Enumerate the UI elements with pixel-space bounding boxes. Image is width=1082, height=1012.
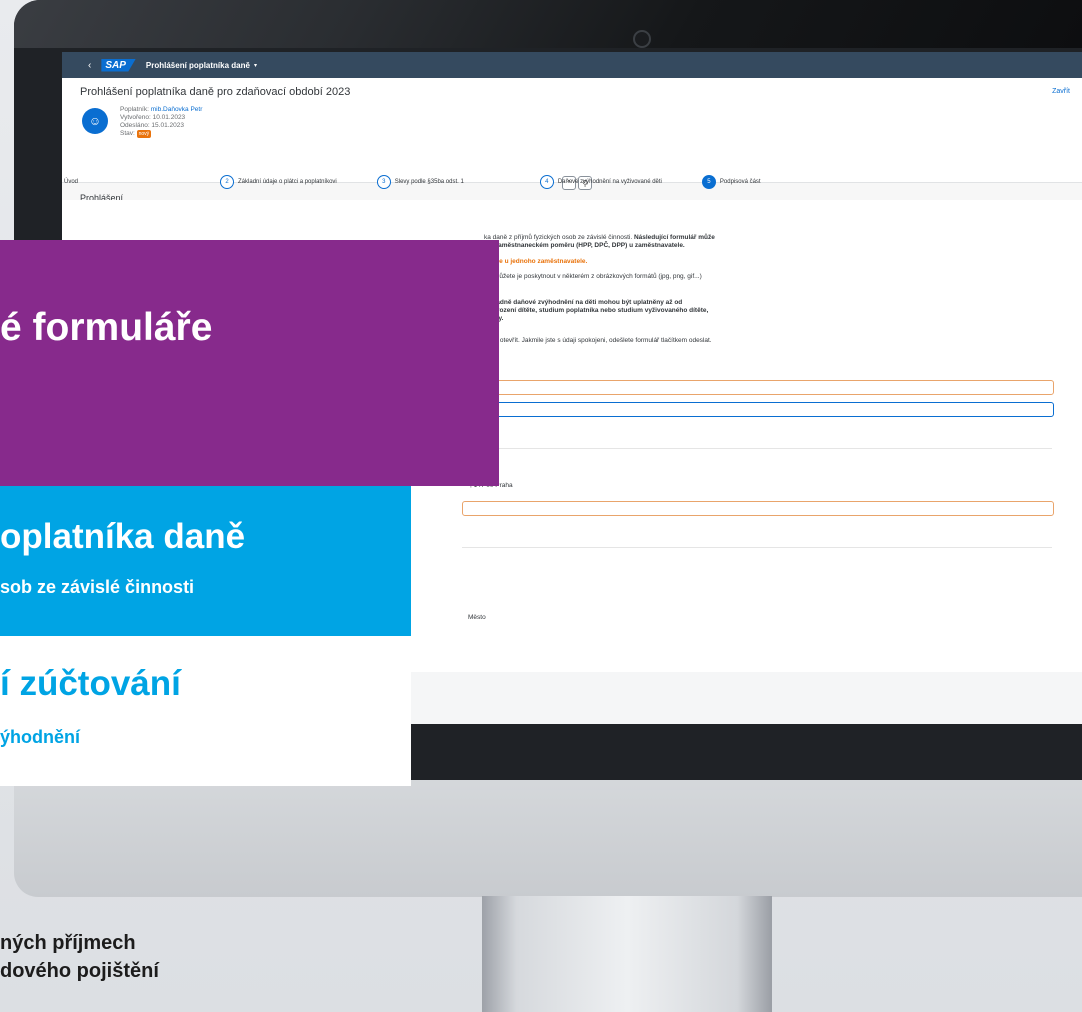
- intro-line-2: e v zaměstnaneckém poměru (HPP, DPČ, DPP…: [484, 242, 685, 250]
- input-field-focused[interactable]: [462, 402, 1054, 417]
- footer-line-1: ných příjmech: [0, 932, 136, 954]
- shell-bar: ‹ SAP Prohlášení poplatníka daně ▾: [62, 52, 1082, 78]
- wizard-step-3[interactable]: 3 Slevy podle §35ba odst. 1: [376, 175, 464, 189]
- wizard-step-2[interactable]: 2 Základní údaje o plátci a poplatníkovi: [220, 175, 337, 189]
- child-info-bold-1: případně daňové zvýhodnění na děti mohou…: [484, 299, 683, 306]
- attachment-info: dy. Můžete je poskytnout v některém z ob…: [484, 273, 702, 280]
- promo-white-panel: [0, 636, 411, 786]
- child-info-2: e narození dítěte, studium poplatníka ne…: [484, 307, 708, 315]
- step-number: 4: [539, 175, 554, 189]
- child-info-bold-2: e narození dítěte, studium poplatníka ne…: [484, 307, 709, 314]
- address-field[interactable]: [462, 501, 1054, 516]
- intro-bold-2: e v zaměstnaneckém poměru (HPP, DPČ, DPP…: [484, 242, 685, 249]
- monitor-stand: [482, 896, 772, 1012]
- wizard-step-4[interactable]: 4 Daňové zvýhodnění na vyživované děti: [539, 175, 662, 189]
- step-label: Podpisová část: [719, 179, 761, 185]
- poplatnik-label: Poplatník:: [120, 106, 149, 113]
- step-label: Daňové zvýhodnění na vyživované děti: [557, 179, 662, 185]
- app-title[interactable]: Prohlášení poplatníka daně: [146, 61, 250, 70]
- sent-date: Odesláno: 15.01.2023: [120, 122, 184, 129]
- caret-down-icon[interactable]: ▾: [254, 62, 257, 69]
- created-date: Vytvořeno: 10.01.2023: [120, 114, 186, 121]
- promo-blue-title: oplatníka daně: [0, 517, 246, 556]
- mesto-label: Město: [468, 614, 486, 621]
- step-number: 5: [701, 175, 716, 189]
- warning-text: pouze u jednoho zaměstnavatele.: [484, 258, 588, 265]
- page-title: Prohlášení poplatníka daně pro zdaňovací…: [80, 86, 351, 98]
- sap-logo[interactable]: SAP: [101, 58, 136, 72]
- promo-white-title: í zúčtování: [0, 664, 181, 703]
- wizard-step-1[interactable]: 1Úvod: [62, 175, 78, 189]
- monitor-scene: ‹ SAP Prohlášení poplatníka daně ▾ Prohl…: [0, 0, 1082, 1012]
- step-number: 3: [376, 175, 391, 189]
- step-label: Úvod: [64, 179, 79, 185]
- bezel-top: [14, 0, 1082, 48]
- footer-line-2: dového pojištění: [0, 960, 159, 982]
- header-meta: Poplatník: mib.Daňovka Petr Vytvořeno: 1…: [120, 106, 202, 138]
- step-label: Slevy podle §35ba odst. 1: [394, 179, 464, 185]
- promo-blue-panel: [0, 486, 411, 636]
- form-divider-2: [462, 547, 1052, 548]
- child-info-1: případně daňové zvýhodnění na děti mohou…: [484, 299, 682, 307]
- object-header: Prohlášení poplatníka daně pro zdaňovací…: [62, 78, 1082, 190]
- promo-purple-title: é formuláře: [0, 306, 213, 349]
- poplatnik-link[interactable]: mib.Daňovka Petr: [151, 106, 203, 113]
- intro-text: ka daně z příjmů fyzických osob ze závis…: [484, 234, 633, 241]
- step-label: Základní údaje o plátci a poplatníkovi: [238, 179, 337, 185]
- form-divider: [462, 448, 1052, 449]
- step-number: 2: [220, 175, 235, 189]
- promo-footer-text: ných příjmech dového pojištění: [0, 929, 159, 985]
- stav-label: Stav:: [120, 130, 135, 137]
- submit-info: novu otevřít. Jakmile jste s údaji spoko…: [484, 337, 712, 344]
- intro-line-1: ka daně z příjmů fyzických osob ze závis…: [484, 234, 715, 242]
- promo-white-subtitle: ýhodnění: [0, 727, 80, 747]
- promo-purple-panel: [0, 240, 499, 486]
- chevron-left-icon[interactable]: ‹: [88, 60, 91, 71]
- status-badge: nový: [136, 130, 152, 138]
- close-link[interactable]: Zavřít: [1052, 88, 1070, 95]
- promo-blue-subtitle: sob ze závislé činnosti: [0, 577, 195, 597]
- intro-bold: Následující formulář může: [633, 234, 715, 241]
- user-avatar-icon: ☺: [82, 108, 108, 134]
- input-field-warning[interactable]: [462, 380, 1054, 395]
- wizard-steps: 1Úvod 2Základní údaje o plátci a poplatn…: [62, 170, 1006, 194]
- camera-icon: [633, 30, 651, 48]
- wizard-step-5[interactable]: 5 Podpisová část: [701, 175, 761, 189]
